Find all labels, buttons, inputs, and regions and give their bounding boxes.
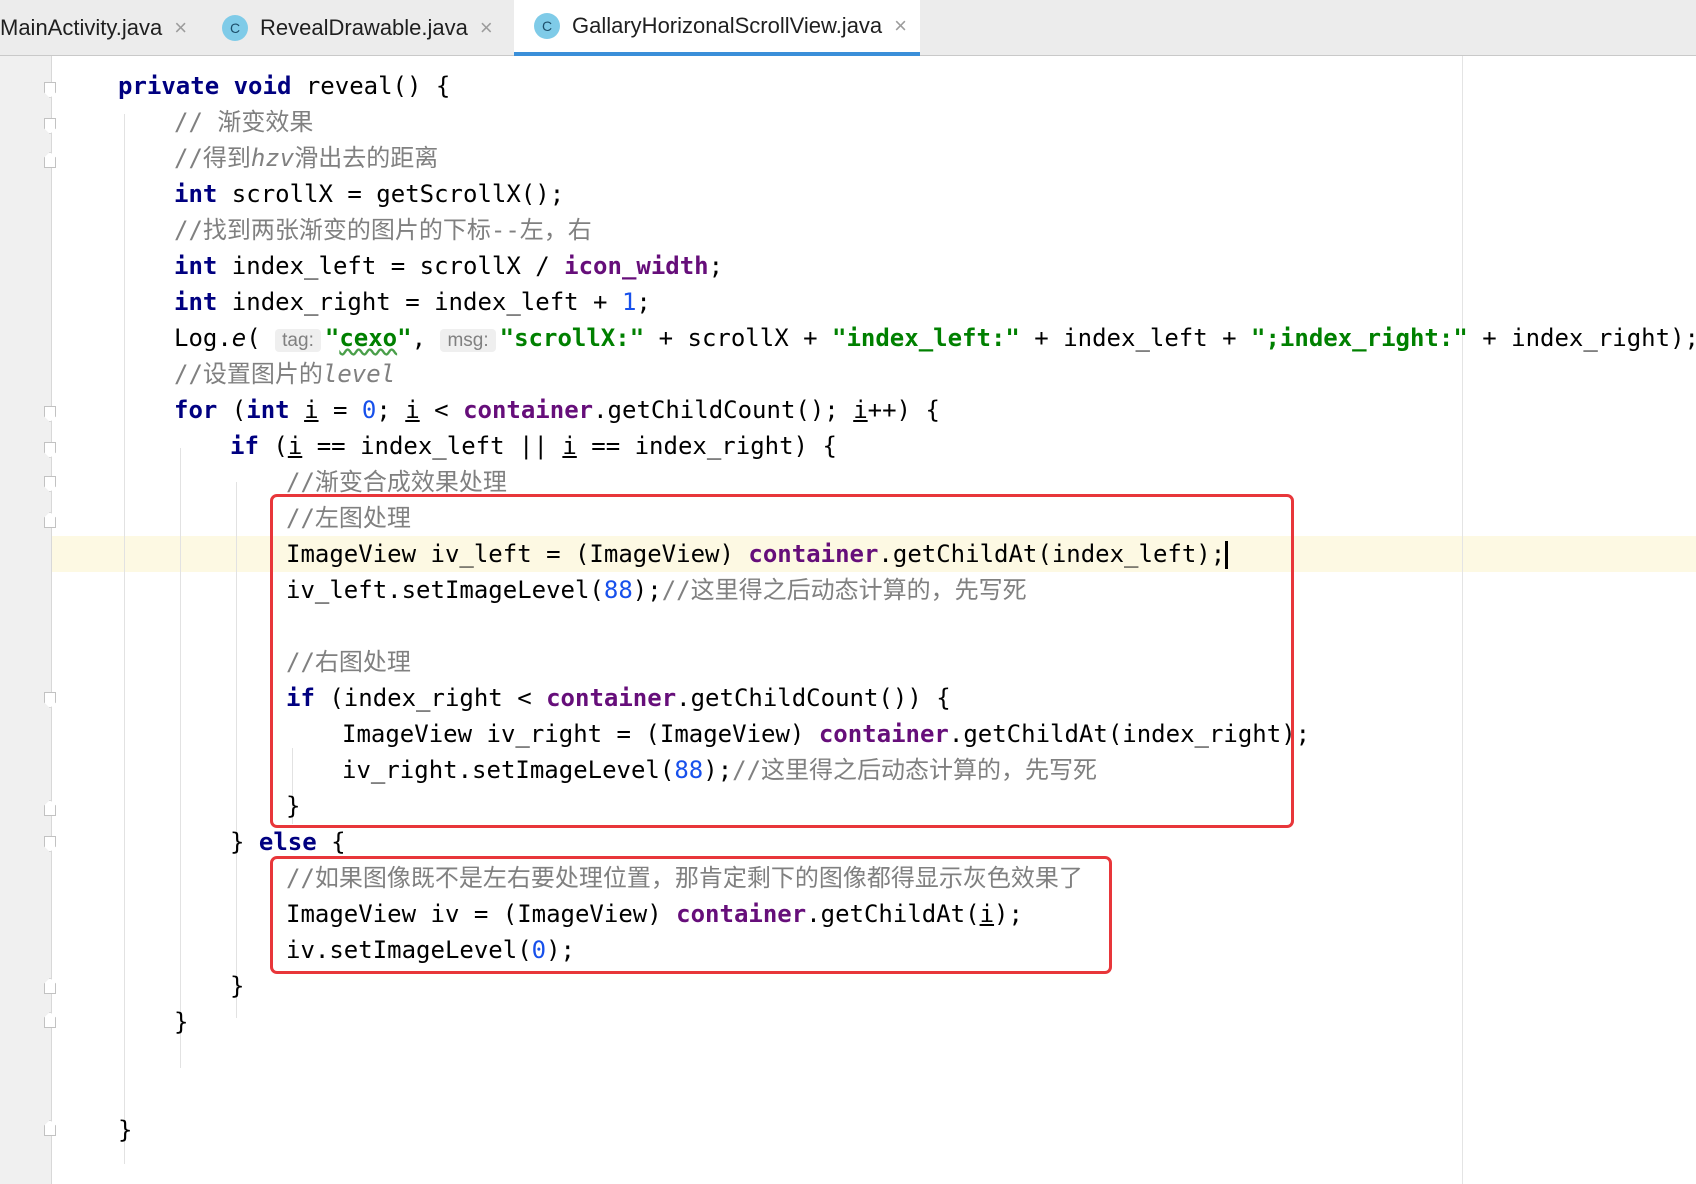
parameter-hint-msg: msg: xyxy=(440,329,496,352)
comment: //渐变合成效果处理 xyxy=(286,468,507,496)
code-text: ; xyxy=(376,396,406,424)
close-icon[interactable]: × xyxy=(480,15,493,41)
tab-mainactivity[interactable]: MainActivity.java × xyxy=(0,0,198,56)
variable: i xyxy=(853,396,868,424)
string-literal: " xyxy=(397,324,412,352)
comment: //找到两张渐变的图片的下标--左，右 xyxy=(174,216,592,244)
code-text: scrollX = getScrollX(); xyxy=(217,180,565,208)
comment: level xyxy=(322,360,396,388)
tab-revealdrawable[interactable]: C RevealDrawable.java × xyxy=(222,0,512,56)
comment-line[interactable]: //找到两张渐变的图片的下标--左，右 xyxy=(174,212,592,248)
java-class-icon: C xyxy=(222,15,248,41)
code-line[interactable]: int index_left = scrollX / icon_width; xyxy=(174,248,723,284)
string-literal: "index_left:" xyxy=(832,324,1020,352)
code-text: + index_left + xyxy=(1019,324,1252,352)
code-text: } xyxy=(174,1008,189,1036)
code-line[interactable]: Log.e( tag: "cexo", msg: "scrollX:" + scro… xyxy=(174,320,1696,356)
code-line[interactable]: } xyxy=(174,1004,188,1040)
indent-guide xyxy=(180,448,181,1068)
code-text: , xyxy=(411,324,441,352)
code-text: } xyxy=(230,972,245,1000)
comment-line[interactable]: // 渐变效果 xyxy=(174,104,313,140)
variable: i xyxy=(304,396,319,424)
string-literal: cexo xyxy=(339,324,398,352)
tab-label: RevealDrawable.java xyxy=(260,15,468,40)
keyword: int xyxy=(174,288,218,316)
code-line[interactable]: private void reveal() { xyxy=(118,68,450,104)
code-text: .getChildCount(); xyxy=(593,396,854,424)
code-text: index_right = index_left + xyxy=(217,288,622,316)
number-literal: 1 xyxy=(621,288,637,316)
code-text: ++) { xyxy=(867,396,940,424)
tab-label: GallaryHorizonalScrollView.java xyxy=(572,13,883,38)
code-text: = xyxy=(318,396,362,424)
code-text: ( xyxy=(246,324,276,352)
comment: //设置图片的 xyxy=(174,360,323,388)
code-text: == index_right) { xyxy=(576,432,837,460)
code-text: + index_right); xyxy=(1467,324,1696,352)
string-literal: "scrollX:" xyxy=(499,324,645,352)
variable: i xyxy=(562,432,577,460)
comment: // 渐变效果 xyxy=(174,108,314,136)
code-text: ( xyxy=(258,432,288,460)
tab-label: MainActivity.java xyxy=(0,15,163,40)
variable: i xyxy=(287,432,303,460)
java-class-icon: C xyxy=(534,13,560,39)
annotation-highlight-box xyxy=(270,856,1112,974)
field-name: icon_width xyxy=(564,252,709,280)
code-text: ; xyxy=(708,252,724,280)
indent-guide xyxy=(236,482,237,1018)
keyword: if xyxy=(230,432,259,460)
code-line[interactable]: int scrollX = getScrollX(); xyxy=(174,176,564,212)
keyword: for xyxy=(174,396,218,424)
keyword: int xyxy=(174,252,218,280)
code-line[interactable]: } xyxy=(230,968,244,1004)
keyword: else xyxy=(258,828,317,856)
code-text: + scrollX + xyxy=(644,324,832,352)
string-literal: ";index_right:" xyxy=(1251,324,1468,352)
close-icon[interactable]: × xyxy=(894,13,907,39)
code-line[interactable]: for (int i = 0; i < container.getChildCo… xyxy=(174,392,940,428)
keyword: private xyxy=(118,72,220,100)
indent-guide xyxy=(124,114,125,1164)
comment: hzv xyxy=(250,144,295,172)
editor-tab-bar: MainActivity.java × C RevealDrawable.jav… xyxy=(0,0,1696,56)
code-editor[interactable]: private void reveal() { // 渐变效果 //得到hzv滑… xyxy=(0,56,1696,1184)
code-line[interactable]: } else { xyxy=(230,824,346,860)
code-line[interactable]: } xyxy=(118,1112,132,1148)
code-text: < xyxy=(419,396,464,424)
code-text: } xyxy=(118,1116,133,1144)
keyword: int xyxy=(246,396,290,424)
code-text: == index_left || xyxy=(302,432,563,460)
comment: //得到 xyxy=(174,144,251,172)
code-text: Log. xyxy=(174,324,232,352)
comment: 滑出去的距离 xyxy=(294,144,439,172)
field-name: container xyxy=(463,396,594,424)
right-margin-guide xyxy=(1462,56,1463,1184)
keyword: void xyxy=(233,72,292,100)
code-text: reveal() { xyxy=(291,72,451,100)
method-name: e xyxy=(231,324,247,352)
variable: i xyxy=(405,396,420,424)
code-text: index_left = scrollX / xyxy=(217,252,565,280)
number-literal: 0 xyxy=(361,396,377,424)
string-literal: " xyxy=(324,324,340,352)
code-text: { xyxy=(316,828,346,856)
comment-line[interactable]: //得到hzv滑出去的距离 xyxy=(174,140,438,176)
comment-line[interactable]: //设置图片的level xyxy=(174,356,395,392)
tab-gallaryhorizonalscrollview[interactable]: C GallaryHorizonalScrollView.java × xyxy=(514,0,920,56)
keyword: int xyxy=(174,180,218,208)
editor-gutter[interactable] xyxy=(0,56,52,1184)
code-line[interactable]: if (i == index_left || i == index_right)… xyxy=(230,428,837,464)
code-text: } xyxy=(230,828,259,856)
parameter-hint-tag: tag: xyxy=(275,329,321,352)
code-text: ; xyxy=(636,288,651,316)
code-line[interactable]: int index_right = index_left + 1; xyxy=(174,284,651,320)
annotation-highlight-box xyxy=(270,494,1294,828)
code-text: ( xyxy=(217,396,247,424)
close-icon[interactable]: × xyxy=(174,15,187,41)
